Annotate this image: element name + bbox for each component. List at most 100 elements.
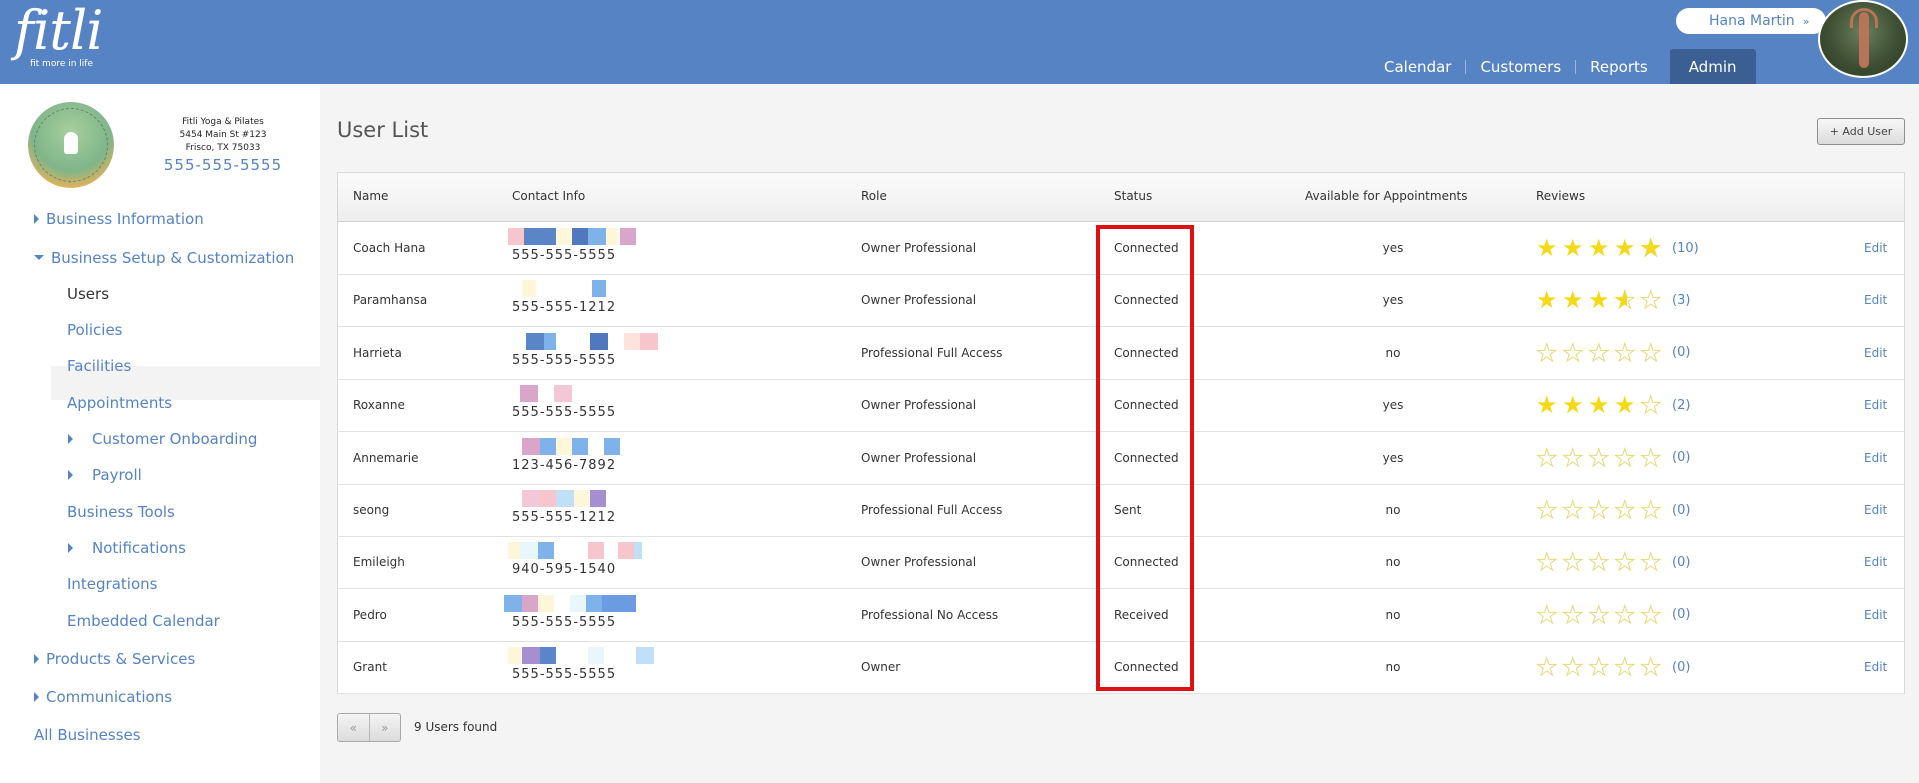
redacted-contact [508,542,708,562]
user-role-cell: Owner [861,660,901,675]
prev-page-button[interactable]: « [338,714,369,741]
business-address-line1: 5454 Main St #123 [179,130,267,140]
user-role-cell: Owner Professional [861,293,977,308]
sidebar-item-business-tools[interactable]: Business Tools [67,503,175,521]
edit-user-link[interactable]: Edit [1864,503,1887,517]
nav-calendar[interactable]: Calendar [1370,49,1465,84]
edit-user-link[interactable]: Edit [1864,293,1887,307]
edit-user-link[interactable]: Edit [1864,608,1887,622]
sidebar-item-business-setup-customization[interactable]: Business Setup & Customization [34,249,294,267]
star-icon: ★ [1562,548,1585,577]
sidebar-item-label: Business Tools [67,503,175,521]
review-count-link[interactable]: (10) [1672,241,1699,256]
edit-user-link[interactable]: Edit [1864,660,1887,674]
review-count-link[interactable]: (0) [1672,607,1690,622]
sidebar-item-facilities[interactable]: Facilities [67,357,131,375]
column-header-contact[interactable]: Contact Info [512,189,585,203]
sidebar-item-customer-onboarding[interactable]: Customer Onboarding [68,430,257,448]
sidebar-item-payroll[interactable]: Payroll [68,466,142,484]
review-count-link[interactable]: (2) [1672,398,1690,413]
nav-reports[interactable]: Reports [1576,49,1662,84]
column-header-status[interactable]: Status [1114,189,1152,203]
user-available-cell: no [1385,607,1401,622]
review-count-link[interactable]: (0) [1672,503,1690,518]
user-available-cell: yes [1382,241,1404,255]
redaction-block [508,647,522,665]
edit-user-link[interactable]: Edit [1864,555,1887,569]
rating-stars: ★ ★ ★ ★ ★ (0) [1536,600,1691,629]
redaction-block [520,542,538,560]
sidebar-item-policies[interactable]: Policies [67,321,122,339]
edit-user-link[interactable]: Edit [1864,241,1887,255]
redaction-block [538,594,554,612]
next-page-button[interactable]: » [368,714,401,741]
user-menu[interactable]: Hana Martin » [1676,8,1826,34]
edit-user-link[interactable]: Edit [1864,451,1887,465]
page-title: User List [337,118,429,142]
sidebar-item-notifications[interactable]: Notifications [68,539,186,557]
redaction-block [604,437,620,455]
review-count-link[interactable]: (0) [1672,345,1690,360]
star-icon: ★ [1588,391,1610,420]
sidebar-item-label: All Businesses [34,726,141,744]
review-count-link[interactable]: (0) [1672,450,1690,465]
sidebar-item-integrations[interactable]: Integrations [67,575,157,593]
review-count-link[interactable]: (0) [1672,660,1690,675]
column-header-role[interactable]: Role [861,189,887,203]
logo-tagline: fit more in life [30,59,94,69]
edit-user-link[interactable]: Edit [1864,346,1887,360]
chevron-down-icon: » [1802,14,1810,28]
user-phone-cell: 555-555-5555 [512,667,617,683]
review-count-link[interactable]: (3) [1672,293,1690,308]
redaction-block [586,594,602,612]
redaction-block [556,490,574,507]
redaction-block [636,647,654,665]
edit-user-link[interactable]: Edit [1864,398,1887,412]
star-icon: ★ [1536,548,1559,577]
user-name-cell: Annemarie [353,450,419,465]
review-count-link[interactable]: (0) [1672,555,1690,570]
star-icon: ★ [1588,548,1611,577]
star-icon: ★ [1614,653,1637,682]
redacted-contact [508,385,708,405]
nav-customers[interactable]: Customers [1466,49,1575,84]
column-header-name[interactable]: Name [353,189,388,203]
sidebar-item-appointments[interactable]: Appointments [67,394,172,412]
sidebar-item-users[interactable]: Users [67,285,109,303]
star-icon: ★ [1588,338,1611,367]
caret-right-icon [68,542,73,553]
redaction-block [540,647,556,665]
star-icon: ★ [1640,653,1663,682]
sidebar-item-all-businesses[interactable]: All Businesses [34,726,141,744]
star-icon: ★ [1536,653,1559,682]
redaction-block [624,332,640,350]
nav-admin[interactable]: Admin [1669,49,1756,84]
pagination: « » [337,713,401,742]
sidebar-item-label: Business Setup & Customization [51,249,295,267]
star-icon: ★ [1640,548,1663,577]
sidebar-item-communications[interactable]: Communications [34,688,172,706]
column-header-reviews[interactable]: Reviews [1536,189,1585,203]
star-icon: ★ [1536,234,1558,262]
column-header-available[interactable]: Available for Appointments [1305,189,1468,203]
sidebar-item-embedded-calendar[interactable]: Embedded Calendar [67,612,220,630]
star-icon: ★ [1588,496,1611,524]
redacted-contact [504,594,708,615]
redaction-block [556,437,572,455]
star-icon: ★ [1562,496,1585,524]
user-available-cell: no [1385,555,1401,570]
sidebar-item-products-services[interactable]: Products & Services [34,650,195,668]
caret-down-icon [34,255,44,260]
redaction-block [508,228,524,245]
redaction-block [554,385,572,403]
star-icon: ★ [1588,653,1611,682]
redacted-contact [508,437,708,458]
redacted-contact [508,490,708,510]
avatar[interactable] [1818,0,1908,78]
sidebar-item-business-information[interactable]: Business Information [34,210,204,228]
star-icon: ★ [1640,600,1663,629]
star-icon: ★ [1640,496,1663,524]
redaction-block [590,332,608,350]
fitli-logo[interactable]: fitli fit more in life [14,4,103,70]
add-user-button[interactable]: + Add User [1817,118,1905,145]
